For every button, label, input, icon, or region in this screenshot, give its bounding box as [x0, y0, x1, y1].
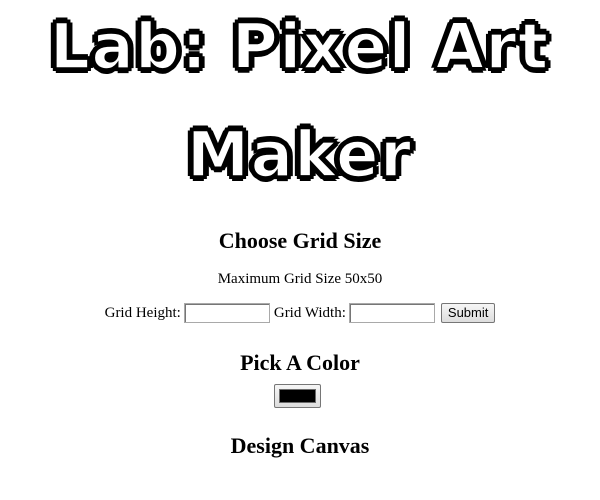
grid-width-label: Grid Width: [273, 304, 346, 321]
page-title-line1: Lab: Pixel Art [49, 10, 550, 83]
grid-height-label: Grid Height: [104, 304, 181, 321]
grid-width-input[interactable] [348, 303, 435, 323]
page-title-line2: Maker [186, 118, 413, 191]
submit-button[interactable]: Submit [440, 303, 496, 323]
page: Lab: Pixel Art Maker Choose Grid Size Ma… [0, 0, 600, 500]
max-grid-size-note: Maximum Grid Size 50x50 [217, 271, 383, 287]
color-picker[interactable] [274, 384, 321, 408]
grid-size-form: Grid Height: Grid Width: Submit [0, 303, 600, 323]
grid-height-input[interactable] [183, 303, 270, 323]
design-canvas-heading: Design Canvas [230, 433, 370, 458]
color-swatch [279, 389, 316, 403]
pick-color-heading: Pick A Color [240, 350, 360, 375]
grid-size-heading: Choose Grid Size [218, 228, 382, 253]
